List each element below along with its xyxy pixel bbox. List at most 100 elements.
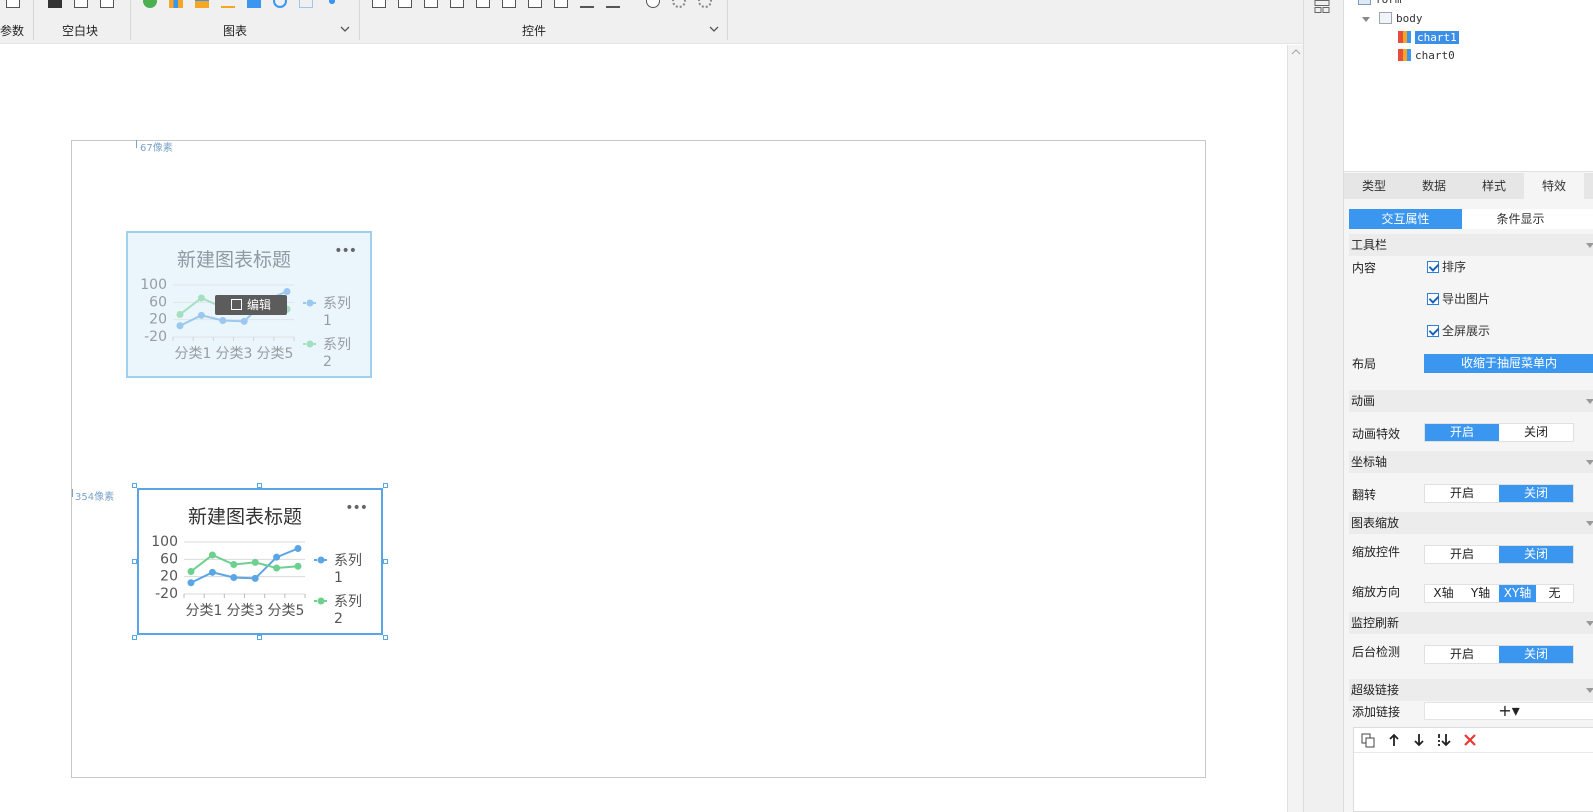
textarea-widget-icon[interactable] [554, 0, 568, 8]
tab-effects[interactable]: 特效 [1524, 173, 1584, 199]
gear-icon[interactable] [698, 0, 712, 8]
grid-layout-icon[interactable] [100, 0, 114, 8]
resize-handle[interactable] [257, 483, 262, 488]
checkbox-checked-icon[interactable] [1427, 325, 1439, 337]
move-to-bottom-icon[interactable] [1436, 732, 1452, 748]
flip-label: 翻转 [1352, 488, 1377, 502]
gauge-chart-icon[interactable] [273, 0, 287, 8]
zoom-control-toggle[interactable]: 开启 关闭 [1424, 545, 1574, 564]
gear-icon[interactable] [672, 0, 686, 8]
checkbox-checked-icon[interactable] [1427, 261, 1439, 273]
vertical-scrollbar[interactable] [1287, 45, 1303, 812]
resize-handle[interactable] [383, 635, 388, 640]
collapse-triangle-icon[interactable] [1362, 17, 1370, 22]
delete-icon[interactable] [1462, 732, 1478, 748]
series-line-1 [190, 547, 299, 584]
horizontal-bar-icon[interactable] [195, 0, 209, 8]
section-toolbar[interactable]: 工具栏 [1349, 234, 1593, 256]
date-widget-icon[interactable] [502, 0, 516, 8]
layout-icon[interactable] [1314, 0, 1330, 14]
tree-node-body[interactable]: body [1379, 11, 1423, 27]
collapse-triangle-icon[interactable] [1586, 243, 1593, 248]
scroll-up-icon[interactable] [1291, 48, 1301, 56]
copy-icon[interactable] [1360, 732, 1376, 748]
chevron-down-icon[interactable] [340, 24, 350, 34]
checkbox-sort[interactable]: 排序 [1427, 259, 1466, 275]
section-axis[interactable]: 坐标轴 [1349, 451, 1593, 473]
collapse-triangle-icon[interactable] [1586, 621, 1593, 626]
tab-style[interactable]: 样式 [1464, 173, 1524, 199]
resize-handle[interactable] [132, 559, 137, 564]
section-animation[interactable]: 动画 [1349, 390, 1593, 412]
tree-node-form[interactable]: form [1358, 0, 1402, 8]
zoom-direction-select[interactable]: X轴 Y轴 XY轴 无 [1424, 584, 1574, 603]
toggle-off[interactable]: 关闭 [1499, 485, 1573, 502]
resize-handle[interactable] [383, 483, 388, 488]
data-point [230, 574, 238, 582]
arrow-up-icon[interactable] [1386, 732, 1402, 748]
section-chart-zoom[interactable]: 图表缩放 [1349, 512, 1593, 534]
text-widget-icon[interactable] [398, 0, 412, 8]
image-widget-icon[interactable] [528, 0, 542, 8]
resize-handle[interactable] [132, 635, 137, 640]
legend-label: 系列 [334, 553, 362, 569]
toggle-on[interactable]: 开启 [1425, 424, 1499, 441]
chart-widget-chart1[interactable]: 新建图表标题 ••• 100 60 20 -20 分类1 分类3 分类5 系列 1 系列 2 编辑 [126, 231, 372, 378]
toggle-off[interactable]: 关闭 [1499, 546, 1573, 563]
edit-chart-button[interactable]: 编辑 [215, 295, 287, 315]
chart-widget-chart0[interactable]: 新建图表标题 ••• 100 60 20 -20 分类1 分类3 分类5 系列 1 系列 2 [137, 488, 383, 635]
absolute-layout-icon[interactable] [48, 0, 62, 8]
zoom-dir-none[interactable]: 无 [1536, 585, 1573, 602]
background-check-toggle[interactable]: 开启 关闭 [1424, 645, 1574, 664]
layout-select[interactable]: 收缩于抽屉菜单内 [1424, 354, 1593, 373]
toggle-on[interactable]: 开启 [1425, 546, 1499, 563]
subtab-interaction[interactable]: 交互属性 [1349, 209, 1462, 229]
checkbox-checked-icon[interactable] [1427, 293, 1439, 305]
toggle-on[interactable]: 开启 [1425, 646, 1499, 663]
line-chart-icon[interactable] [221, 0, 235, 8]
dropdown-widget-icon[interactable] [450, 0, 464, 8]
checkbox-widget-icon[interactable] [606, 0, 620, 8]
search-icon[interactable] [646, 0, 660, 8]
background-check-label: 后台检测 [1352, 645, 1401, 659]
subtab-condition-display[interactable]: 条件显示 [1464, 209, 1577, 229]
resize-handle[interactable] [257, 635, 262, 640]
resize-handle[interactable] [383, 559, 388, 564]
area-chart-icon[interactable] [247, 0, 261, 8]
button-widget-icon[interactable] [424, 0, 438, 8]
label-widget-icon[interactable] [372, 0, 386, 8]
tree-node-chart0[interactable]: chart0 [1398, 48, 1455, 64]
tab-type[interactable]: 类型 [1344, 173, 1404, 199]
collapse-triangle-icon[interactable] [1586, 460, 1593, 465]
section-hyperlink[interactable]: 超级链接 [1349, 679, 1593, 701]
toolbar-group-label: 参数 [0, 24, 25, 38]
toggle-off[interactable]: 关闭 [1499, 424, 1573, 441]
tree-node-chart1[interactable]: chart1 [1398, 30, 1459, 46]
bar-chart-icon[interactable] [169, 0, 183, 8]
parameter-icon[interactable] [6, 0, 20, 8]
tab-layout-icon[interactable] [74, 0, 88, 8]
arrow-down-icon[interactable] [1411, 732, 1427, 748]
resize-handle[interactable] [132, 483, 137, 488]
flip-toggle[interactable]: 开启 关闭 [1424, 484, 1574, 503]
list-widget-icon[interactable] [476, 0, 490, 8]
zoom-dir-xy[interactable]: XY轴 [1499, 585, 1536, 602]
collapse-triangle-icon[interactable] [1586, 399, 1593, 404]
collapse-triangle-icon[interactable] [1586, 521, 1593, 526]
zoom-dir-y[interactable]: Y轴 [1462, 585, 1499, 602]
zoom-dir-x[interactable]: X轴 [1425, 585, 1462, 602]
tab-data[interactable]: 数据 [1404, 173, 1464, 199]
toggle-off[interactable]: 关闭 [1499, 646, 1573, 663]
add-link-button[interactable]: +▾ [1424, 702, 1593, 720]
collapse-triangle-icon[interactable] [1586, 688, 1593, 693]
checkbox-export-image[interactable]: 导出图片 [1427, 291, 1490, 307]
checkbox-fullscreen[interactable]: 全屏展示 [1427, 323, 1490, 339]
radar-chart-icon[interactable] [299, 0, 313, 8]
chevron-down-icon[interactable] [709, 24, 719, 34]
toggle-on[interactable]: 开启 [1425, 485, 1499, 502]
scatter-chart-icon[interactable] [325, 0, 339, 8]
pie-chart-icon[interactable] [143, 0, 157, 8]
section-monitor-refresh[interactable]: 监控刷新 [1349, 612, 1593, 634]
animation-toggle[interactable]: 开启 关闭 [1424, 423, 1574, 442]
radio-widget-icon[interactable] [580, 0, 594, 8]
